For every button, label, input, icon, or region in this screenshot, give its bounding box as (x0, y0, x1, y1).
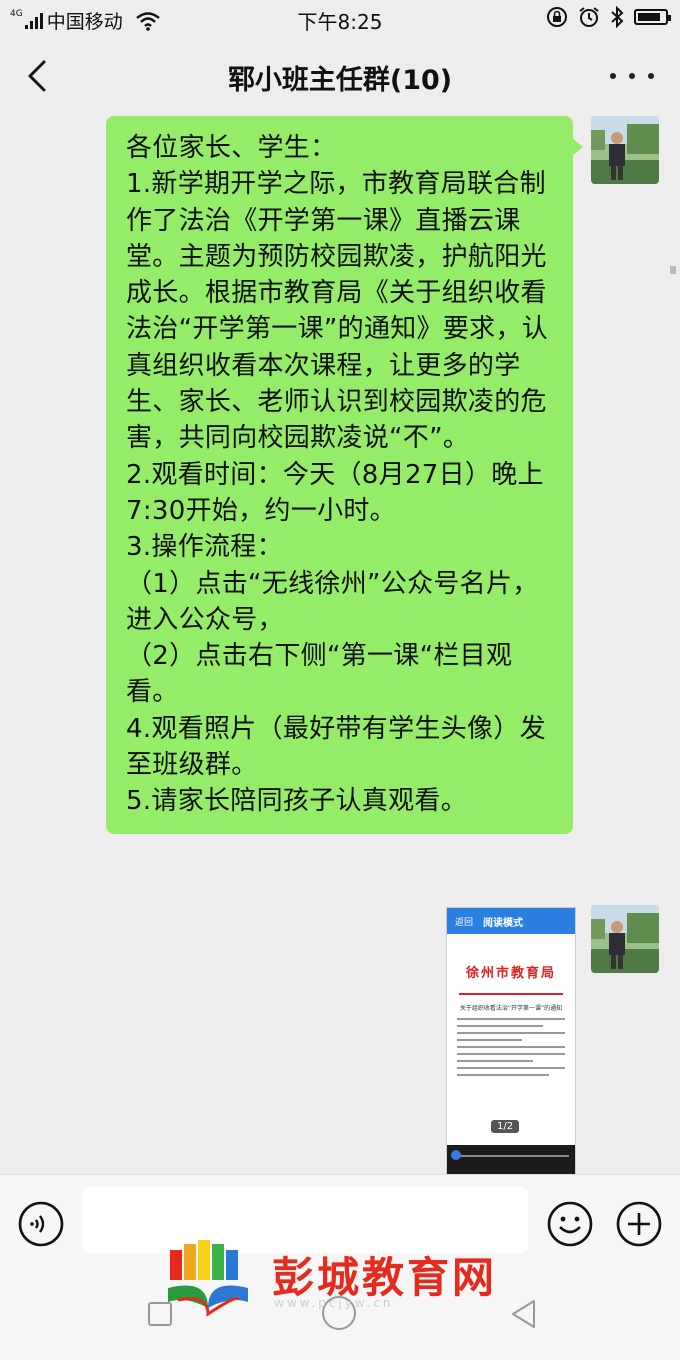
alarm-icon (579, 7, 599, 27)
image-doc-header: 返回 阅读模式 (447, 908, 575, 934)
chat-header: 郓小班主任群(10) (0, 36, 680, 116)
watermark: 彭城教育网 www.pcjyw.cn (164, 1238, 524, 1320)
status-bar: 4G 中国移动 下午8:25 (0, 0, 680, 36)
image-doc-body (457, 1018, 565, 1076)
avatar[interactable] (591, 905, 659, 973)
text-message-bubble[interactable]: 各位家长、学生： 1.新学期开学之际，市教育局联合制作了法治《开学第一课》直播云… (106, 116, 573, 834)
voice-input-icon[interactable] (16, 1199, 66, 1249)
image-doc-title: 阅读模式 (483, 917, 524, 929)
rotation-lock-icon (547, 7, 567, 27)
image-page-indicator: 1/2 (491, 1120, 520, 1133)
battery-icon (634, 9, 671, 25)
more-options-icon[interactable] (610, 58, 654, 94)
avatar[interactable] (591, 116, 659, 184)
message-list[interactable]: 各位家长、学生： 1.新学期开学之际，市教育局联合制作了法治《开学第一课》直播云… (0, 116, 680, 1174)
image-doc-back-label: 返回 (455, 917, 474, 928)
scrollbar[interactable] (670, 266, 676, 274)
image-doc-organization: 徐州市教育局 (465, 966, 556, 981)
bubble-tail (572, 138, 583, 156)
image-doc-toolbar (447, 1145, 575, 1174)
chat-title: 郓小班主任群(10) (227, 65, 453, 96)
plus-icon[interactable] (614, 1199, 664, 1249)
battery-level (638, 13, 661, 21)
image-doc-subtitle: 关于组织收看法治“开学第一课”的通知 (459, 1005, 563, 1012)
emoji-icon[interactable] (545, 1199, 595, 1249)
watermark-logo (168, 1240, 248, 1317)
image-message[interactable]: 返回 阅读模式 徐州市教育局 关于组织收看法治“开学第一课”的通知 1/2 (446, 907, 576, 1174)
watermark-url: www.pcjyw.cn (274, 1296, 394, 1310)
bluetooth-icon (611, 6, 624, 28)
image-doc-divider (459, 993, 563, 995)
